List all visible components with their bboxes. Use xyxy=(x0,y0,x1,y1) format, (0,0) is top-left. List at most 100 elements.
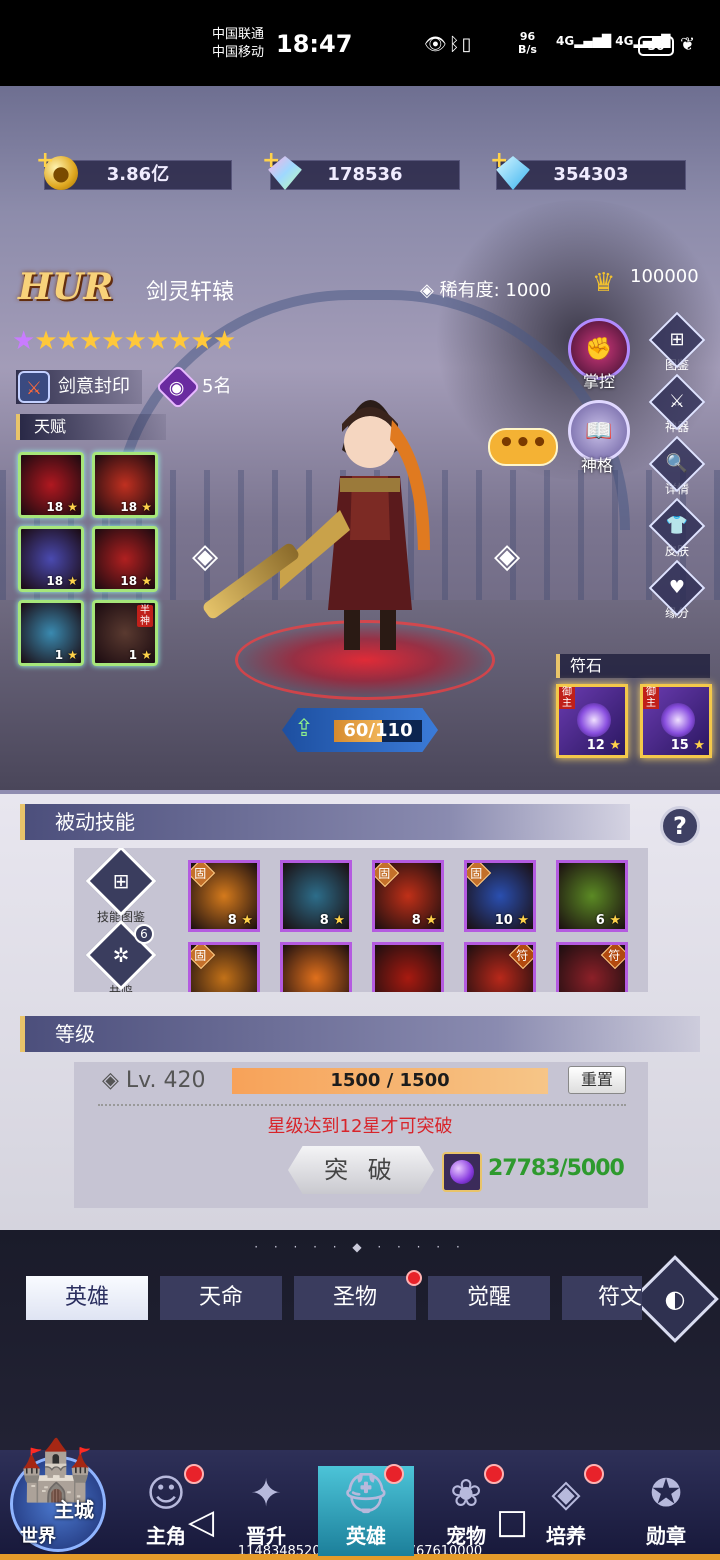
passive-skill-slot[interactable]: 固 8 ★ xyxy=(188,860,260,932)
skin-button[interactable]: 👕皮肤 xyxy=(648,497,706,558)
talent-skill-slot[interactable]: 18 ★ xyxy=(92,452,158,518)
nav-label: 宠物 xyxy=(446,1524,486,1548)
bond-button[interactable]: ♥缘分 xyxy=(648,559,706,620)
passive-skill-slot[interactable]: 固 8 ★ xyxy=(372,860,444,932)
star-mini-icon: ★ xyxy=(604,913,621,928)
passive-skill-slot[interactable]: 固 10 ★ xyxy=(464,860,536,932)
help-icon[interactable]: ? xyxy=(660,806,700,846)
skill-book-icon: ⊞ xyxy=(85,848,157,917)
bluetooth-icon: ᛒ xyxy=(448,34,462,55)
add-rainbow-icon[interactable]: + xyxy=(262,148,280,173)
add-gold-icon[interactable]: + xyxy=(36,148,54,173)
passive-skill-slot[interactable] xyxy=(280,942,352,992)
rune-slot[interactable]: 御主 12 ★ xyxy=(556,684,628,758)
exp-bar[interactable]: ⇪ 60/110 xyxy=(282,708,438,752)
currency-diamond-value: 354303 xyxy=(553,164,629,185)
clock: 18:47 xyxy=(276,30,353,58)
star-mini-icon: ★ xyxy=(63,500,78,514)
symbol-mark-icon: 符 xyxy=(508,945,533,970)
talent-skill-level: 18 ★ xyxy=(46,500,78,514)
talent-skill-slot[interactable]: 18 ★ xyxy=(18,526,84,592)
net-speed-unit: B/s xyxy=(518,43,537,56)
notification-dot xyxy=(484,1464,504,1484)
chat-bubble-button[interactable]: ••• xyxy=(488,428,558,466)
details-button[interactable]: 🔍详情 xyxy=(648,435,706,496)
tab-4[interactable]: 符文 xyxy=(562,1276,642,1320)
level-up-arrow-icon: ⇪ xyxy=(294,714,315,742)
seal-tag-label: 剑意封印 xyxy=(58,376,130,397)
tab-3[interactable]: 觉醒 xyxy=(428,1276,550,1320)
talent-skill-slot[interactable]: 1 ★ 半神 xyxy=(92,600,158,666)
exp-text: 60/110 xyxy=(343,720,413,741)
talent-skill-level: 18 ★ xyxy=(120,500,152,514)
currency-rainbow[interactable]: 178536 xyxy=(270,160,460,190)
tab-0[interactable]: 英雄 xyxy=(26,1276,148,1320)
star-icon: ★ xyxy=(12,326,35,356)
passive-skill-slot[interactable]: 符 xyxy=(464,942,536,992)
rune-slot[interactable]: 御主 15 ★ xyxy=(640,684,712,758)
talent-skill-level: 18 ★ xyxy=(46,574,78,588)
talent-label: 天赋 xyxy=(16,414,166,440)
talent-skill-slot[interactable]: 18 ★ xyxy=(18,452,84,518)
star-icon: ★ xyxy=(145,326,169,356)
nav-icon: ✪ xyxy=(650,1471,682,1515)
crossed-swords-icon: ⚔ xyxy=(18,371,50,403)
artifact-button[interactable]: ⚔神器 xyxy=(648,373,706,434)
fixed-mark-icon: 固 xyxy=(375,863,400,888)
next-hero-arrow[interactable]: ◈ xyxy=(494,536,520,576)
passive-skill-slot[interactable]: 符 xyxy=(556,942,628,992)
reset-button[interactable]: 重置 xyxy=(568,1066,626,1094)
skill-book-button[interactable]: ⊞ 技能图鉴 xyxy=(85,848,157,925)
godhead-label: 神格 xyxy=(580,456,613,475)
passive-skill-slot[interactable]: 固 xyxy=(188,942,260,992)
tab-area xyxy=(0,1230,720,1450)
breakthrough-button[interactable]: 突 破 xyxy=(288,1146,434,1194)
passive-skill-slot[interactable]: 6 ★ xyxy=(556,860,628,932)
main-city-button[interactable]: 🏰 主城 世界 xyxy=(6,1434,110,1552)
talent-skill-level: 18 ★ xyxy=(120,574,152,588)
nav-item-5[interactable]: ✪ 勋章 xyxy=(618,1466,714,1549)
main-city-label: 主城 xyxy=(54,1498,94,1522)
star-icon: ★ xyxy=(34,326,57,356)
star-icon: ★ xyxy=(123,326,147,356)
level-value: ◈ Lv. 420 xyxy=(102,1068,205,1093)
nav-label: 晋升 xyxy=(246,1524,286,1548)
star-mini-icon: ★ xyxy=(137,574,152,588)
net-speed-value: 96 xyxy=(519,30,536,43)
demigod-badge: 半神 xyxy=(137,605,153,627)
divider xyxy=(98,1104,626,1106)
level-diamond-icon: ◈ xyxy=(102,1068,126,1093)
tab-2[interactable]: 圣物 xyxy=(294,1276,416,1320)
talent-skill-slot[interactable]: 1 ★ xyxy=(18,600,84,666)
passive-skill-slot[interactable] xyxy=(372,942,444,992)
passive-skill-slot[interactable]: 8 ★ xyxy=(280,860,352,932)
nav-label: 培养 xyxy=(546,1524,586,1548)
currency-gold-value: 3.86亿 xyxy=(106,164,170,185)
rarity-diamond-icon: ◈ xyxy=(420,280,440,301)
atlas-button[interactable]: ⊞图鉴 xyxy=(648,311,706,372)
level-progress-bar: 1500 / 1500 xyxy=(232,1068,548,1094)
add-diamond-icon[interactable]: + xyxy=(490,148,508,173)
star-mini-icon: ★ xyxy=(137,500,152,514)
prev-hero-arrow[interactable]: ◈ xyxy=(192,536,218,576)
net-speed: 96 B/s xyxy=(518,30,537,56)
tab-divider-ornament: · · · · · ◆ · · · · · xyxy=(254,1240,466,1254)
fixed-mark-icon: 固 xyxy=(191,863,216,888)
nav-item-1[interactable]: ✦ 晋升 xyxy=(218,1466,314,1549)
nav-label: 英雄 xyxy=(346,1524,386,1548)
star-icon: ★ xyxy=(212,326,236,356)
hero-figure[interactable] xyxy=(280,380,460,670)
star-mini-icon: ★ xyxy=(420,913,437,928)
talent-skill-slot[interactable]: 18 ★ xyxy=(92,526,158,592)
star-mini-icon: ★ xyxy=(236,913,253,928)
tab-1[interactable]: 天命 xyxy=(160,1276,282,1320)
star-icon: ★ xyxy=(101,326,124,356)
star-mini-icon: ★ xyxy=(512,913,529,928)
breakthrough-warning: 星级达到12星才可突破 xyxy=(267,1116,453,1137)
star-icon: ★ xyxy=(168,326,191,356)
book-icon: 📖 xyxy=(585,419,613,444)
notification-dot xyxy=(184,1464,204,1484)
star-mini-icon: ★ xyxy=(63,648,78,662)
hero-grade: HUR xyxy=(18,266,114,308)
level-header: 等级 xyxy=(20,1016,700,1052)
